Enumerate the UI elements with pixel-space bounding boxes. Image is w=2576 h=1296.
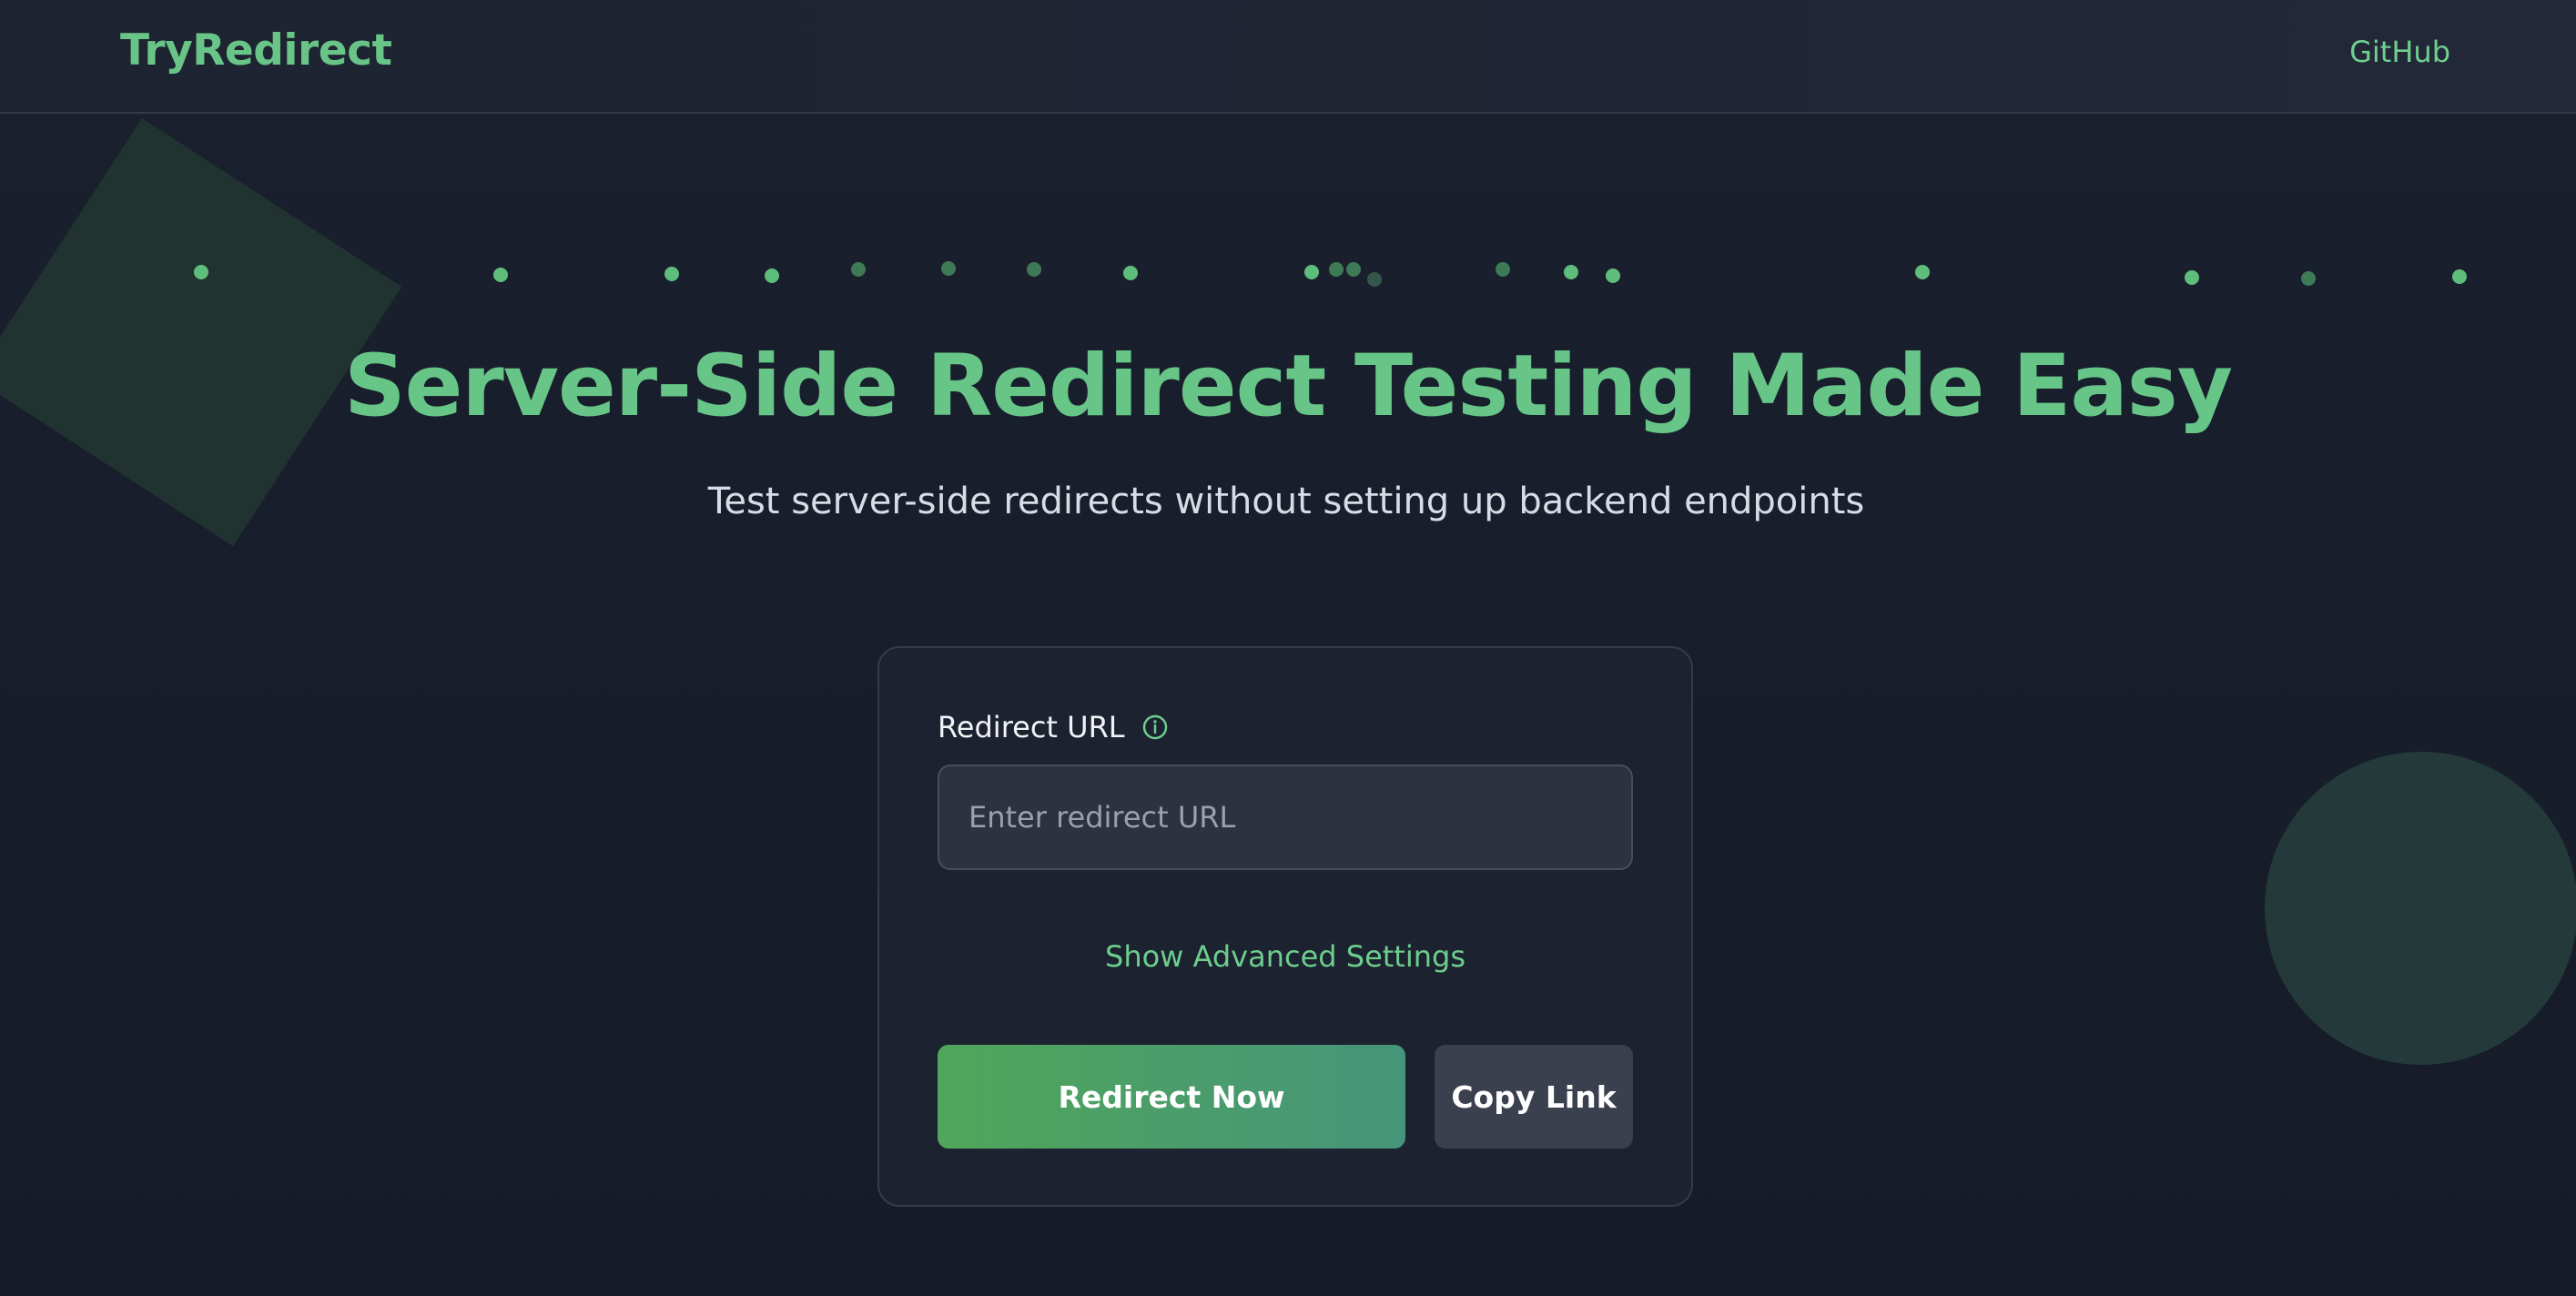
redirect-form-card: Redirect URL Show Advanced Settings Redi… bbox=[877, 646, 1693, 1207]
copy-link-button[interactable]: Copy Link bbox=[1435, 1045, 1633, 1149]
decorative-dot bbox=[1027, 262, 1041, 277]
brand-logo[interactable]: TryRedirect bbox=[120, 25, 392, 76]
decorative-dot bbox=[2301, 271, 2316, 286]
decorative-dot bbox=[1304, 265, 1319, 279]
decorative-dot bbox=[493, 268, 508, 282]
decorative-dot bbox=[2452, 269, 2467, 284]
decorative-dot bbox=[1915, 265, 1930, 279]
redirect-url-input[interactable] bbox=[938, 764, 1633, 870]
decorative-dot bbox=[194, 265, 208, 279]
hero-subtitle: Test server-side redirects without setti… bbox=[707, 481, 1865, 522]
show-advanced-settings-link[interactable]: Show Advanced Settings bbox=[879, 939, 1691, 974]
decorative-dot bbox=[1329, 262, 1344, 277]
decorative-dot bbox=[664, 267, 679, 281]
decorative-dot bbox=[1564, 265, 1578, 279]
github-link[interactable]: GitHub bbox=[2349, 35, 2450, 69]
info-icon[interactable] bbox=[1141, 714, 1169, 741]
decorative-dot bbox=[1606, 268, 1620, 283]
url-label-row: Redirect URL bbox=[938, 710, 1169, 744]
navbar: TryRedirect GitHub bbox=[0, 0, 2576, 114]
page: TryRedirect GitHub Server-Side Redirect … bbox=[0, 0, 2576, 1296]
decorative-dot bbox=[1123, 266, 1138, 280]
decorative-dot bbox=[1367, 272, 1382, 287]
decorative-dot bbox=[765, 268, 779, 283]
decorative-dot bbox=[851, 262, 866, 277]
decorative-dot bbox=[2185, 270, 2199, 285]
redirect-now-button[interactable]: Redirect Now bbox=[938, 1045, 1405, 1149]
decorative-circle bbox=[2265, 752, 2576, 1065]
decorative-dot bbox=[941, 261, 956, 276]
url-label: Redirect URL bbox=[938, 710, 1125, 744]
decorative-dot bbox=[1496, 262, 1510, 277]
hero-title: Server-Side Redirect Testing Made Easy bbox=[343, 337, 2233, 436]
decorative-dot bbox=[1346, 262, 1361, 277]
